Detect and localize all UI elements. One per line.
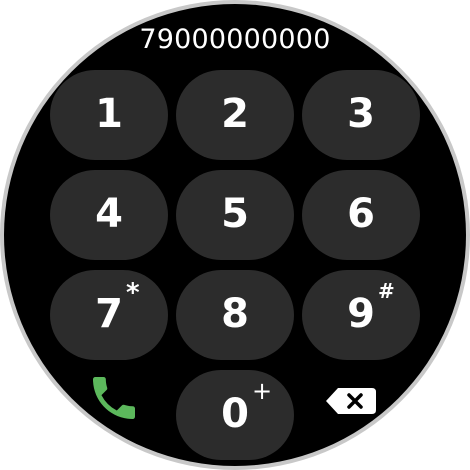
key-6[interactable]: 6 [302, 170, 420, 260]
call-button[interactable] [86, 370, 142, 426]
key-8[interactable]: 8 [176, 270, 294, 360]
key-7-star-label: * [126, 278, 140, 308]
key-4-label: 4 [95, 191, 123, 237]
key-1[interactable]: 1 [50, 70, 168, 160]
key-3[interactable]: 3 [302, 70, 420, 160]
phone-icon [93, 377, 135, 419]
key-9-hash-label: # [378, 279, 395, 303]
key-7[interactable]: 7 * [50, 270, 168, 360]
key-2[interactable]: 2 [176, 70, 294, 160]
key-8-label: 8 [221, 291, 249, 337]
key-5[interactable]: 5 [176, 170, 294, 260]
key-4[interactable]: 4 [50, 170, 168, 260]
key-5-label: 5 [221, 191, 249, 237]
key-3-label: 3 [347, 91, 375, 137]
key-0-plus-label: + [252, 377, 273, 405]
dialed-number: 79000000000 [139, 24, 331, 55]
delete-button[interactable] [320, 380, 380, 420]
key-0-label: 0 [221, 391, 249, 437]
backspace-icon [326, 388, 376, 414]
key-9-label: 9 [347, 291, 375, 337]
key-9[interactable]: 9 # [302, 270, 420, 360]
key-1-label: 1 [95, 91, 123, 137]
key-0[interactable]: 0 + [176, 370, 294, 460]
key-7-label: 7 [95, 291, 123, 337]
key-2-label: 2 [221, 91, 249, 137]
key-6-label: 6 [347, 191, 375, 237]
